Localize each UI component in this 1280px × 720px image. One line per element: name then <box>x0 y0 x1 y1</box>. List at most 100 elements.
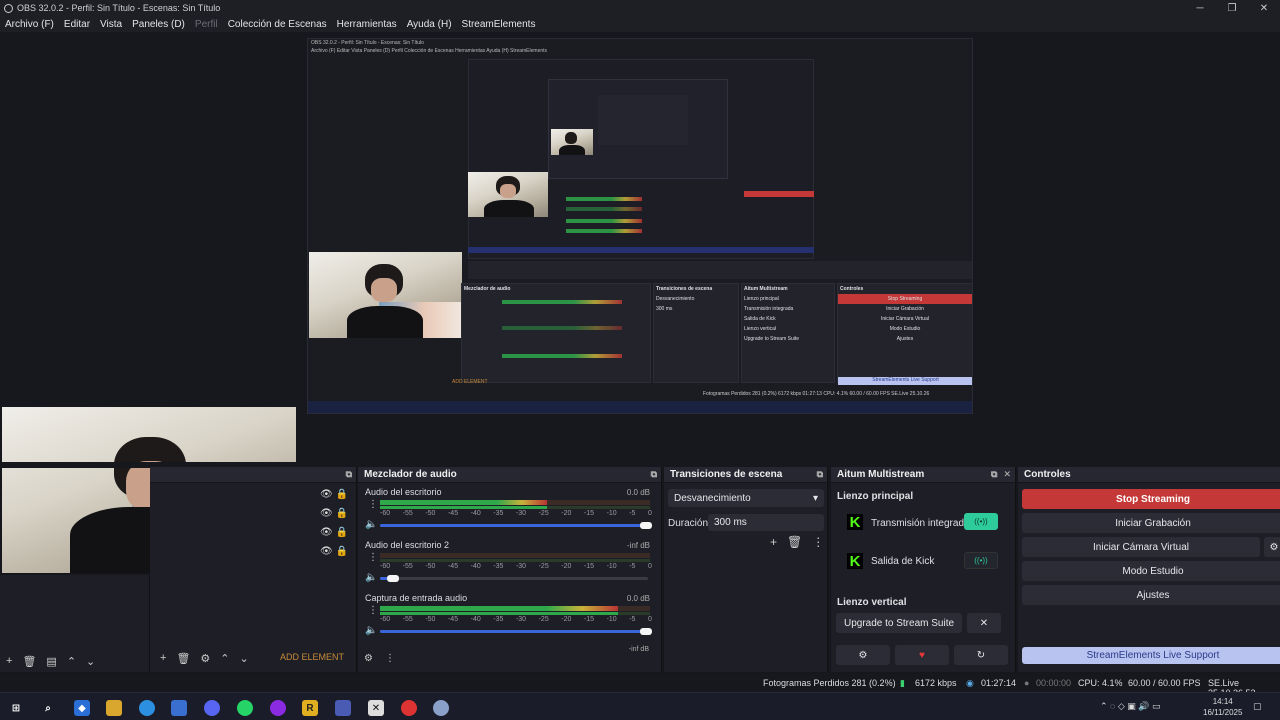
dock-float-icon[interactable]: ⧉ <box>651 469 657 480</box>
title-bar: OBS 32.0.2 - Perfil: Sin Título - Escena… <box>0 0 1280 16</box>
visibility-eye-icon[interactable]: 👁 🔒 <box>320 508 348 519</box>
multistream-settings-icon[interactable]: ⚙ <box>836 645 890 665</box>
transition-menu-icon[interactable]: ⋮ <box>812 535 824 549</box>
visibility-eye-icon[interactable]: 👁 🔒 <box>320 546 348 557</box>
move-up-icon[interactable]: ⌃ <box>220 652 229 665</box>
remove-source-icon[interactable]: 🗑 <box>176 652 190 665</box>
speaker-icon[interactable]: 🔈 <box>365 519 377 530</box>
volume-slider[interactable] <box>380 630 648 633</box>
nested-settings: Ajustes <box>896 336 914 342</box>
chevron-down-icon: ▾ <box>812 492 818 504</box>
audio-mixer-dock: Mezclador de audio ⧉ Audio del escritorio… <box>358 467 662 672</box>
source-settings-icon[interactable]: ⚙ <box>200 652 210 665</box>
app-icon[interactable] <box>270 700 286 716</box>
start-recording-button[interactable]: Iniciar Grabación <box>1022 513 1280 533</box>
menu-herramientas[interactable]: Herramientas <box>337 19 397 30</box>
add-transition-icon[interactable]: + <box>770 535 777 549</box>
roblox-icon[interactable]: R <box>302 700 318 716</box>
virtual-cam-settings-icon[interactable]: ⚙ <box>1264 537 1280 557</box>
add-scene-icon[interactable]: + <box>6 655 12 668</box>
menu-archivo[interactable]: Archivo (F) <box>5 19 54 30</box>
editor-icon[interactable]: ✕ <box>368 700 384 716</box>
duration-input[interactable]: 300 ms <box>708 514 824 531</box>
windows-start-icon[interactable]: ⊞ <box>8 700 24 716</box>
upgrade-close-icon[interactable]: ✕ <box>967 613 1001 633</box>
notifications-icon[interactable]: ▢ <box>1253 701 1262 712</box>
mixer-channel: Captura de entrada audio 0.0 dB ⋮ -60 -55 -50… <box>358 593 662 643</box>
multistream-dock: Aitum Multistream ⧉ ✕ Lienzo principal K T… <box>831 467 1016 672</box>
controls-dock: Controles Stop Streaming Iniciar Grabaci… <box>1018 467 1280 672</box>
menu-ayuda[interactable]: Ayuda (H) <box>407 19 452 30</box>
visibility-eye-icon[interactable]: 👁 🔒 <box>320 489 348 500</box>
nested-vertical: Lienzo vertical <box>744 326 776 332</box>
menu-coleccion[interactable]: Colección de Escenas <box>228 19 327 30</box>
filter-scene-icon[interactable]: ▤ <box>46 655 56 668</box>
discord-icon[interactable] <box>204 700 220 716</box>
studio-mode-button[interactable]: Modo Estudio <box>1022 561 1280 581</box>
menu-perfil[interactable]: Perfil <box>195 19 218 30</box>
channel-menu-icon[interactable]: ⋮ <box>368 552 378 563</box>
advanced-audio-icon[interactable]: ⚙ <box>364 653 373 664</box>
add-source-icon[interactable]: + <box>160 652 166 665</box>
output-name-1: Salida de Kick <box>871 556 935 567</box>
move-down-icon[interactable]: ⌄ <box>86 655 95 668</box>
move-up-icon[interactable]: ⌃ <box>67 655 76 668</box>
start-virtual-cam-button[interactable]: Iniciar Cámara Virtual <box>1022 537 1260 557</box>
streamelements-icon[interactable] <box>433 700 449 716</box>
dock-float-icon[interactable]: ⧉ <box>817 469 823 480</box>
db-scale: -60 -55 -50 -45 -40 -35 -30 -25 -20 -15 -10 -5 0 <box>380 510 652 517</box>
channel-menu-icon[interactable]: ⋮ <box>368 605 378 616</box>
channel-peak-meter <box>380 500 548 505</box>
db-scale: -60 -55 -50 -45 -40 -35 -30 -25 -20 -15 -10 -5 0 <box>380 563 652 570</box>
stop-streaming-button[interactable]: Stop Streaming <box>1022 489 1280 509</box>
move-down-icon[interactable]: ⌄ <box>240 652 249 665</box>
dock-close-icon[interactable]: ✕ <box>1003 469 1011 480</box>
output-toggle-0[interactable]: ((•)) <box>964 513 998 530</box>
mixer-menu-icon[interactable]: ⋮ <box>385 653 395 664</box>
remove-transition-icon[interactable]: 🗑 <box>787 535 802 549</box>
clock[interactable]: 14:14 16/11/2025 <box>1203 696 1242 718</box>
chrome-icon[interactable] <box>139 700 155 716</box>
dock-float-icon[interactable]: ⧉ <box>991 469 997 480</box>
nested-vcam: Iniciar Cámara Virtual <box>881 316 929 322</box>
nested-duration: 300 ms <box>656 306 673 312</box>
heart-icon[interactable]: ♥ <box>895 645 949 665</box>
menu-paneles[interactable]: Paneles (D) <box>132 19 185 30</box>
whatsapp-icon[interactable] <box>237 700 253 716</box>
streamelements-support-button[interactable]: StreamElements Live Support <box>1022 647 1280 664</box>
refresh-icon[interactable]: ↻ <box>954 645 1008 665</box>
clock-date: 16/11/2025 <box>1203 708 1243 717</box>
volume-slider[interactable] <box>380 524 648 527</box>
channel-menu-icon[interactable]: ⋮ <box>368 499 378 510</box>
mixer-channel: Audio del escritorio 2 -inf dB ⋮ -60 -55 -50-… <box>358 540 662 590</box>
search-icon[interactable]: ⌕ <box>40 700 56 716</box>
menu-editar[interactable]: Editar <box>64 19 90 30</box>
nested-controls-title: Controles <box>840 286 864 292</box>
settings-button[interactable]: Ajustes <box>1022 585 1280 605</box>
add-element-button[interactable]: ADD ELEMENT <box>280 652 344 662</box>
obs-icon[interactable] <box>401 700 417 716</box>
visibility-eye-icon[interactable]: 👁 🔒 <box>320 527 348 538</box>
minimize-icon[interactable]: ─ <box>1184 0 1216 16</box>
close-icon[interactable]: ✕ <box>1248 0 1280 16</box>
tray-icons[interactable]: ⌃ ◌ ◇ ▣ 🔊 ▭ <box>1100 701 1161 712</box>
speaker-icon[interactable]: 🔈 <box>365 572 377 583</box>
speaker-icon[interactable]: 🔈 <box>365 625 377 636</box>
transition-select[interactable]: Desvanecimiento ▾ <box>668 489 824 507</box>
upgrade-button[interactable]: Upgrade to Stream Suite <box>836 613 962 633</box>
output-toggle-1[interactable]: ((•)) <box>964 552 998 569</box>
nested-main-canvas: Lienzo principal <box>744 296 779 302</box>
channel-db: 0.0 dB <box>626 594 650 603</box>
capcut-icon[interactable] <box>335 700 351 716</box>
store-icon[interactable] <box>171 700 187 716</box>
menu-streamelements[interactable]: StreamElements <box>462 19 536 30</box>
remove-scene-icon[interactable]: 🗑 <box>22 655 36 668</box>
nested-mixer-title: Mezclador de audio <box>464 286 511 292</box>
restore-icon[interactable]: ❐ <box>1216 0 1248 16</box>
vscode-icon[interactable]: ◆ <box>74 700 90 716</box>
file-explorer-icon[interactable] <box>106 700 122 716</box>
dock-float-icon[interactable]: ⧉ <box>346 469 352 480</box>
nested-title: OBS 32.0.2 - Perfil: Sin Título - Escena… <box>311 40 424 46</box>
transitions-title: Transiciones de escena <box>670 469 783 480</box>
menu-vista[interactable]: Vista <box>100 19 122 30</box>
